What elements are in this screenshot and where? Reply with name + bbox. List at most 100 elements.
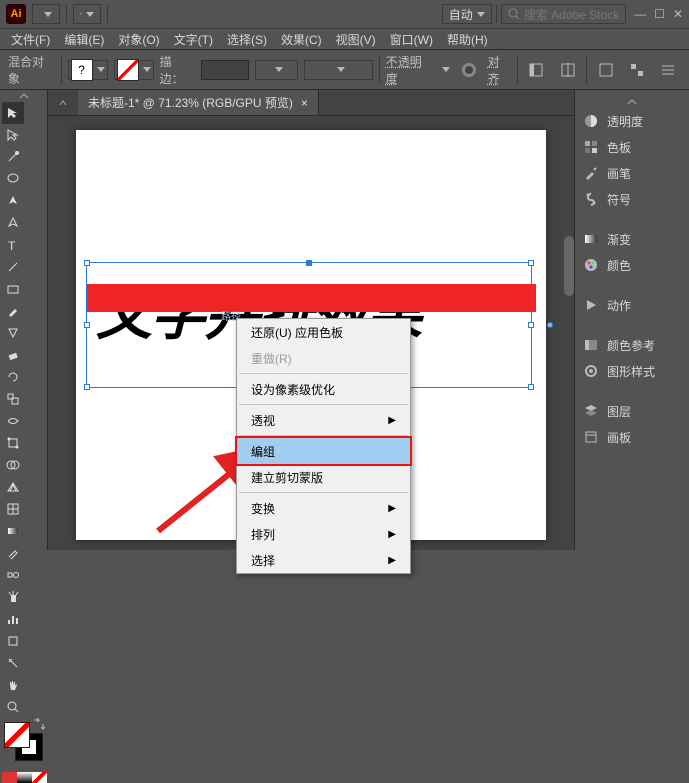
canvas-scrollbar[interactable] (564, 236, 574, 296)
arrange-dropdown[interactable] (73, 4, 101, 24)
align-opt2[interactable] (555, 59, 580, 81)
mode-color[interactable] (2, 772, 17, 783)
panel-artboards[interactable]: 画板 (575, 424, 689, 450)
menu-help[interactable]: 帮助(H) (440, 28, 495, 51)
bridge-dropdown[interactable] (32, 4, 60, 24)
rotate-tool[interactable] (2, 366, 24, 388)
swap-fill-stroke-icon[interactable] (31, 718, 45, 732)
menu-object[interactable]: 对象(O) (111, 28, 166, 51)
brush-def-dropdown[interactable] (304, 60, 372, 80)
shape-builder-tool[interactable] (2, 454, 24, 476)
menu-select[interactable]: 选择(S) (220, 28, 274, 51)
selection-tool[interactable] (2, 102, 24, 124)
align-opt1[interactable] (524, 59, 549, 81)
ctx-undo[interactable]: 还原(U) 应用色板 (237, 319, 410, 345)
panel-gradient[interactable]: 渐变 (575, 226, 689, 252)
panel-menu-button[interactable] (656, 59, 681, 81)
eraser-tool[interactable] (2, 344, 24, 366)
zoom-tool[interactable] (2, 696, 24, 718)
ctx-make-clipping-mask[interactable]: 建立剪切蒙版 (237, 464, 410, 490)
shaper-tool[interactable] (2, 322, 24, 344)
line-tool[interactable] (2, 256, 24, 278)
menu-effect[interactable]: 效果(C) (274, 28, 329, 51)
recolor-button[interactable] (456, 59, 481, 81)
stroke-weight-input[interactable] (201, 60, 250, 80)
menu-type[interactable]: 文字(T) (167, 28, 220, 51)
menu-file[interactable]: 文件(F) (4, 28, 57, 51)
panel-layers[interactable]: 图层 (575, 398, 689, 424)
mode-gradient[interactable] (17, 772, 32, 783)
align-label[interactable]: 对齐 (488, 53, 511, 87)
selection-type-label: 混合对象 (8, 53, 55, 87)
stroke-swatch-dropdown[interactable] (114, 60, 154, 80)
gradient-tool[interactable] (2, 520, 24, 542)
menu-edit[interactable]: 编辑(E) (57, 28, 111, 51)
menu-view[interactable]: 视图(V) (329, 28, 383, 51)
toolbox: T (0, 90, 48, 550)
panel-transparency[interactable]: 透明度 (575, 108, 689, 134)
rectangle-tool[interactable] (2, 278, 24, 300)
mesh-tool[interactable] (2, 498, 24, 520)
varwidth-dropdown[interactable] (255, 60, 298, 80)
brushes-icon (583, 165, 599, 181)
fill-stroke-swatches[interactable] (2, 722, 45, 772)
chevron-right-icon: ▶ (388, 529, 396, 540)
mode-none[interactable] (32, 772, 47, 783)
artboards-icon (583, 429, 599, 445)
ctx-pixel-perfect[interactable]: 设为像素级优化 (237, 376, 410, 402)
menu-bar: 文件(F) 编辑(E) 对象(O) 文字(T) 选择(S) 效果(C) 视图(V… (0, 28, 689, 50)
hand-tool[interactable] (2, 674, 24, 696)
ctx-perspective[interactable]: 透视▶ (237, 407, 410, 433)
width-tool[interactable] (2, 410, 24, 432)
fill-swatch-dropdown[interactable]: ? (68, 60, 108, 80)
chevron-right-icon: ▶ (388, 415, 396, 426)
panel-color[interactable]: 颜色 (575, 252, 689, 278)
direct-selection-tool[interactable] (2, 124, 24, 146)
panel-swatches[interactable]: 色板 (575, 134, 689, 160)
close-button[interactable]: ✕ (673, 7, 683, 21)
panel-actions[interactable]: 动作 (575, 292, 689, 318)
graphicstyles-icon (583, 363, 599, 379)
ctx-arrange[interactable]: 排列▶ (237, 521, 410, 547)
title-bar: Ai 自动 搜索 Adobe Stock — ☐ ✕ (0, 0, 689, 28)
search-stock-input[interactable]: 搜索 Adobe Stock (501, 4, 626, 24)
slice-tool[interactable] (2, 652, 24, 674)
ctx-select[interactable]: 选择▶ (237, 547, 410, 573)
lasso-tool[interactable] (2, 168, 24, 190)
workspace-switcher[interactable]: 自动 (442, 4, 492, 24)
menu-window[interactable]: 窗口(W) (383, 28, 440, 51)
symbol-sprayer-tool[interactable] (2, 586, 24, 608)
panel-graphic-styles[interactable]: 图形样式 (575, 358, 689, 384)
ctx-group[interactable]: 编组 (237, 438, 410, 464)
gradient-icon (583, 231, 599, 247)
search-icon (508, 8, 520, 20)
maximize-button[interactable]: ☐ (654, 7, 665, 21)
perspective-grid-tool[interactable] (2, 476, 24, 498)
panel-brushes[interactable]: 画笔 (575, 160, 689, 186)
document-tab[interactable]: 未标题-1* @ 71.23% (RGB/GPU 预览) × (78, 90, 319, 115)
free-transform-tool[interactable] (2, 432, 24, 454)
chevron-right-icon: ▶ (388, 555, 396, 566)
paintbrush-tool[interactable] (2, 300, 24, 322)
opacity-label[interactable]: 不透明度 (386, 53, 433, 87)
document-tab-close[interactable]: × (301, 96, 308, 110)
panel-color-guide[interactable]: 颜色参考 (575, 332, 689, 358)
swatches-icon (583, 139, 599, 155)
ctx-transform[interactable]: 变换▶ (237, 495, 410, 521)
minimize-button[interactable]: — (634, 7, 646, 21)
blend-tool[interactable] (2, 564, 24, 586)
transform-button[interactable] (593, 59, 618, 81)
column-graph-tool[interactable] (2, 608, 24, 630)
tab-expand-icon[interactable] (48, 90, 78, 115)
pen-tool[interactable] (2, 190, 24, 212)
fill-swatch[interactable] (4, 722, 30, 748)
artboard-tool[interactable] (2, 630, 24, 652)
curvature-tool[interactable] (2, 212, 24, 234)
panel-dock: 透明度 色板 画笔 符号 渐变 颜色 动作 颜色参考 图形样式 图层 画板 (574, 90, 689, 550)
eyedropper-tool[interactable] (2, 542, 24, 564)
panel-symbols[interactable]: 符号 (575, 186, 689, 212)
isolate-button[interactable] (625, 59, 650, 81)
scale-tool[interactable] (2, 388, 24, 410)
type-tool[interactable]: T (2, 234, 24, 256)
magic-wand-tool[interactable] (2, 146, 24, 168)
